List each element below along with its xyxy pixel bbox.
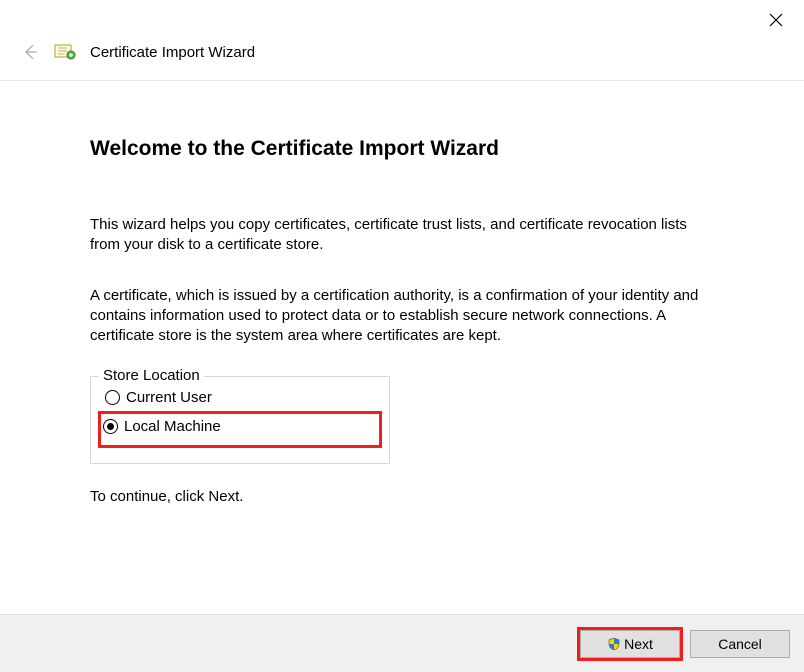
certificate-icon — [54, 42, 78, 62]
wizard-footer: Next Cancel — [0, 614, 804, 672]
next-button[interactable]: Next — [580, 630, 680, 658]
intro-paragraph-2: A certificate, which is issued by a cert… — [90, 286, 714, 347]
title-bar — [0, 0, 804, 40]
continue-instruction: To continue, click Next. — [90, 488, 714, 505]
radio-icon — [105, 390, 120, 405]
wizard-content: Welcome to the Certificate Import Wizard… — [0, 81, 804, 505]
radio-current-user[interactable]: Current User — [101, 383, 379, 412]
radio-icon — [103, 419, 118, 434]
close-button[interactable] — [760, 4, 792, 36]
store-location-legend: Store Location — [99, 367, 204, 384]
wizard-header: Certificate Import Wizard — [0, 40, 804, 81]
store-location-group: Store Location Current User Local Machin… — [90, 376, 390, 464]
radio-label: Current User — [126, 389, 212, 406]
radio-label: Local Machine — [124, 418, 221, 435]
page-heading: Welcome to the Certificate Import Wizard — [90, 137, 714, 161]
back-button[interactable] — [18, 40, 42, 64]
intro-paragraph-1: This wizard helps you copy certificates,… — [90, 215, 714, 256]
uac-shield-icon — [607, 637, 621, 651]
radio-local-machine[interactable]: Local Machine — [99, 412, 381, 447]
next-button-label: Next — [624, 636, 653, 652]
wizard-title: Certificate Import Wizard — [90, 44, 255, 61]
cancel-button-label: Cancel — [718, 636, 762, 652]
cancel-button[interactable]: Cancel — [690, 630, 790, 658]
